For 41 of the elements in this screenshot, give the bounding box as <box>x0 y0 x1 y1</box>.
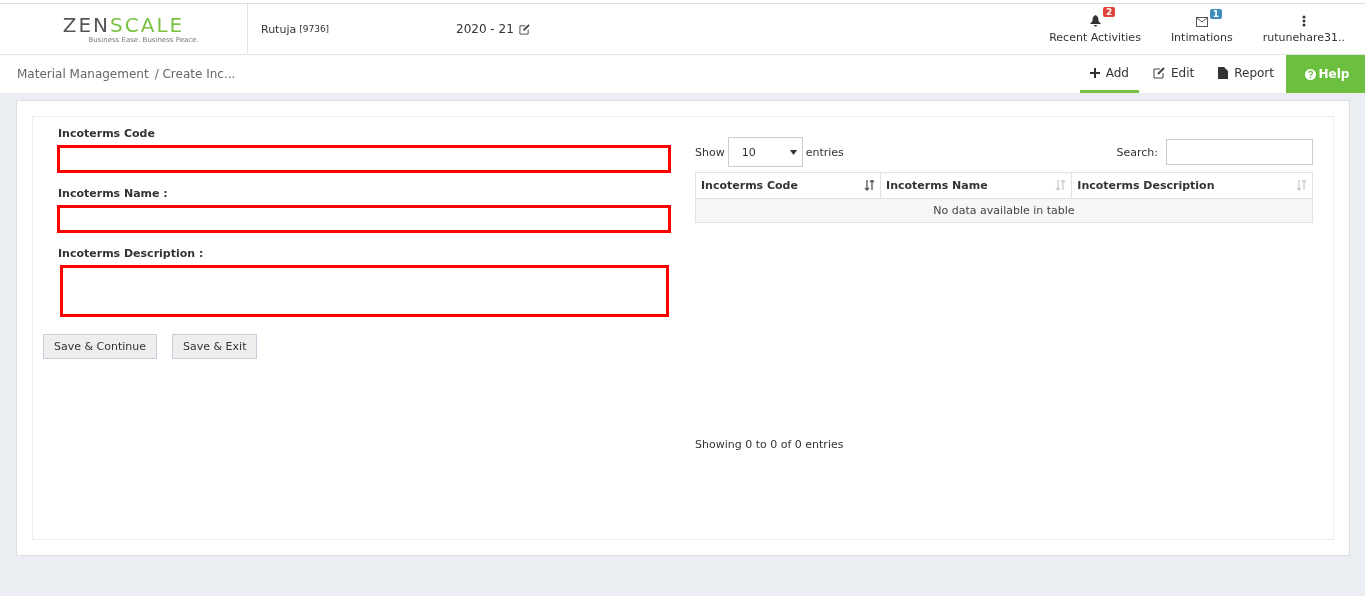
input-field[interactable] <box>57 205 671 233</box>
column-header[interactable]: Incoterms Description <box>1071 172 1313 199</box>
entries-label: entries <box>805 145 844 159</box>
financial-year: 2020 - 21 <box>456 22 514 36</box>
count-badge: 1 <box>1209 9 1223 19</box>
envelope-icon <box>1195 17 1208 27</box>
user-name: Rutuja <box>261 22 297 36</box>
breadcrumb-item: / Create Inc... <box>154 67 236 81</box>
more-icon <box>1301 15 1306 27</box>
user-code: [9736] <box>299 24 330 34</box>
field-label: Incoterms Code <box>58 127 156 140</box>
caret-icon <box>789 149 797 155</box>
field-label: Incoterms Name : <box>58 187 169 200</box>
field-label: Incoterms Description : <box>58 247 205 260</box>
edit-icon <box>1152 66 1165 79</box>
column-header[interactable]: Incoterms Code <box>695 172 881 199</box>
plus-icon <box>1089 67 1100 78</box>
toolbar-tab[interactable]: Edit <box>1142 55 1205 93</box>
search-field[interactable] <box>1166 139 1313 165</box>
save-button[interactable]: Save & Continue <box>43 334 158 359</box>
input-field[interactable] <box>60 265 669 317</box>
empty-table-message: No data available in table <box>695 198 1313 223</box>
column-header[interactable]: Incoterms Name <box>880 172 1072 199</box>
header-menu-item[interactable]: rutunehare31.. <box>1262 31 1345 44</box>
input-field[interactable] <box>57 145 671 173</box>
bell-icon <box>1089 15 1101 27</box>
edit-icon[interactable] <box>518 23 530 35</box>
search-label: Search: <box>1116 145 1158 159</box>
save-button[interactable]: Save & Exit <box>172 334 258 359</box>
header-menu-item[interactable]: Intimations <box>1170 31 1233 44</box>
sort-icon[interactable] <box>864 180 876 191</box>
document-icon <box>1218 66 1229 79</box>
table-info: Showing 0 to 0 of 0 entries <box>695 438 845 451</box>
page-size-select[interactable]: 10 <box>727 137 803 167</box>
count-badge: 2 <box>1103 7 1116 17</box>
header-menu-item[interactable]: Recent Activities <box>1049 31 1141 44</box>
toolbar-tab[interactable]: Report <box>1208 55 1284 93</box>
breadcrumb-item[interactable]: Material Management <box>17 67 149 81</box>
question-icon <box>1304 68 1316 80</box>
logo: ZEN SCALE <box>62 14 185 35</box>
show-label: Show <box>695 145 725 159</box>
